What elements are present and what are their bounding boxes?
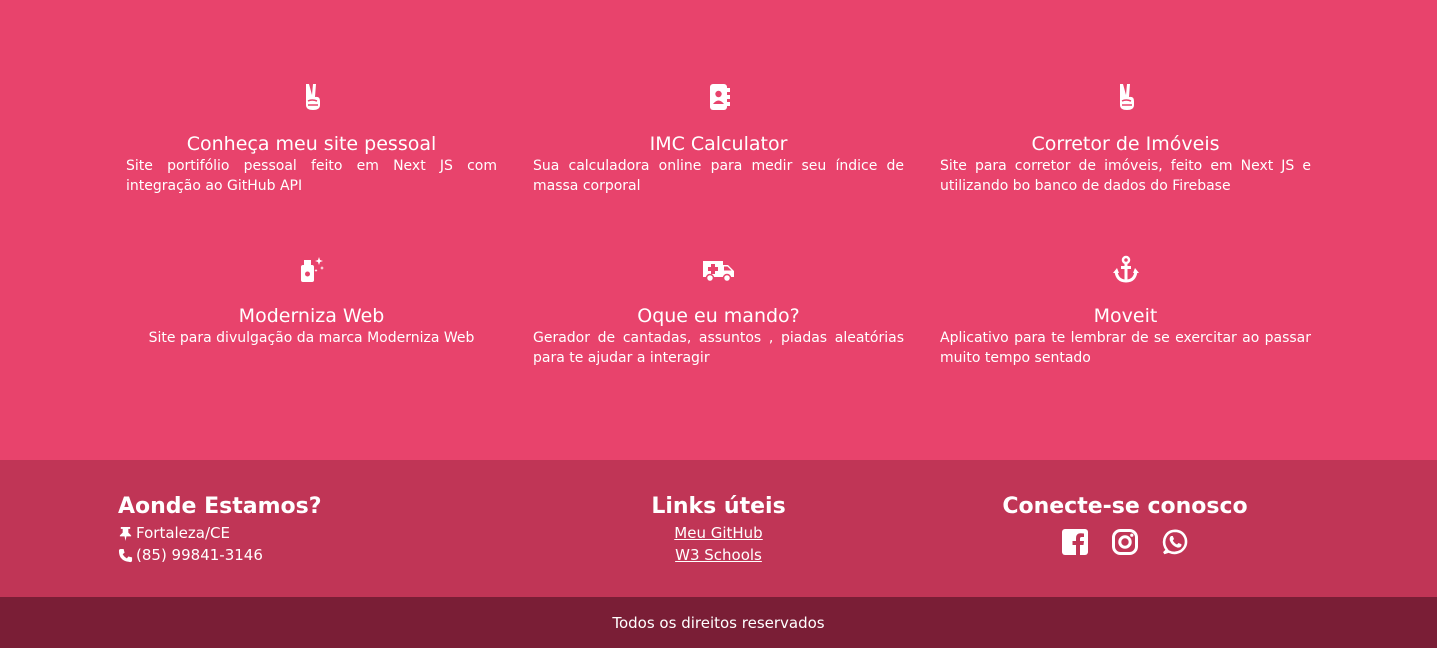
links-section: Links úteis Meu GitHub W3 Schools [560,492,877,566]
project-card[interactable]: Moveit Aplicativo para te lembrar de se … [940,254,1311,374]
project-card[interactable]: Corretor de Imóveis Site para corretor d… [940,82,1311,202]
project-card[interactable]: IMC Calculator Sua calculadora online pa… [533,82,904,202]
projects-grid: Conheça meu site pessoal Site portifólio… [126,82,1311,374]
spray-bottle-icon [298,254,326,284]
social-section: Conecte-se conosco [968,492,1282,556]
peace-hand-icon [298,82,326,112]
anchor-icon [1112,254,1140,284]
copyright-text: Todos os direitos reservados [612,613,825,632]
phone-line: (85) 99841-3146 [118,544,322,566]
project-card[interactable]: Conheça meu site pessoal Site portifólio… [126,82,497,202]
phone-icon [118,548,133,563]
project-title: Moderniza Web [238,305,385,327]
links-title: Links úteis [651,494,786,519]
location-text: Fortaleza/CE [136,524,230,542]
project-description: Aplicativo para te lembrar de se exercit… [940,330,1311,366]
social-title: Conecte-se conosco [1002,494,1248,519]
where-title: Aonde Estamos? [118,494,322,519]
project-description: Site para corretor de imóveis, feito em … [940,158,1311,194]
facebook-icon[interactable] [1061,528,1089,556]
phone-text: (85) 99841-3146 [136,546,263,564]
projects-section: Conheça meu site pessoal Site portifólio… [0,0,1437,460]
project-title: Oque eu mando? [637,305,800,327]
w3schools-link[interactable]: W3 Schools [560,544,877,566]
github-link[interactable]: Meu GitHub [560,522,877,544]
project-title: Conheça meu site pessoal [186,133,437,155]
project-title: Corretor de Imóveis [1031,133,1220,155]
peace-hand-icon [1112,82,1140,112]
instagram-icon[interactable] [1111,528,1139,556]
footer: Aonde Estamos? Fortaleza/CE (85) 99841-3… [0,460,1437,597]
project-description: Sua calculadora online para medir seu ín… [533,158,904,194]
project-card[interactable]: Moderniza Web Site para divulgação da ma… [126,254,497,374]
project-title: IMC Calculator [649,133,788,155]
copyright-bar: Todos os direitos reservados [0,597,1437,648]
address-book-icon [705,82,733,112]
ambulance-icon [702,254,734,284]
project-description: Site portifólio pessoal feito em Next JS… [126,158,497,194]
project-title: Moveit [1093,305,1158,327]
thumbtack-icon [118,526,133,541]
project-description: Gerador de cantadas, assuntos , piadas a… [533,330,904,366]
location-line: Fortaleza/CE [118,522,322,544]
project-description: Site para divulgação da marca Moderniza … [148,330,475,346]
project-card[interactable]: Oque eu mando? Gerador de cantadas, assu… [533,254,904,374]
where-section: Aonde Estamos? Fortaleza/CE (85) 99841-3… [118,492,322,566]
whatsapp-icon[interactable] [1161,528,1189,556]
social-icons [968,528,1282,556]
